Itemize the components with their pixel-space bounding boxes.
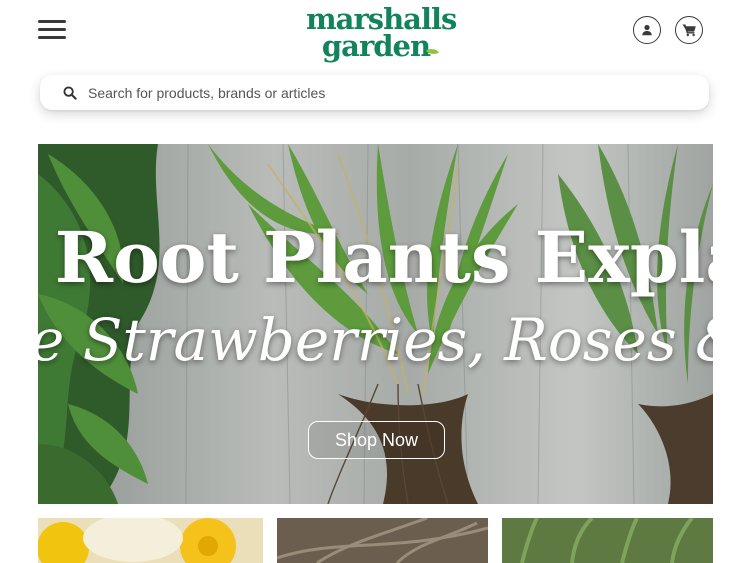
account-button[interactable] bbox=[633, 16, 661, 44]
logo-line-2-text: garden bbox=[321, 29, 431, 63]
search-bar[interactable] bbox=[40, 75, 709, 110]
hero-banner[interactable]: e Root Plants Expla e Strawberries, Rose… bbox=[38, 144, 713, 504]
account-icon bbox=[642, 24, 652, 36]
yellow-daffodil-image bbox=[38, 518, 263, 563]
site-header: marshalls garden bbox=[0, 0, 750, 70]
product-thumbnail-1[interactable] bbox=[38, 518, 263, 563]
product-thumbnail-2[interactable] bbox=[277, 518, 488, 563]
product-thumbnail-3[interactable] bbox=[502, 518, 713, 563]
brown-branches-image bbox=[277, 518, 488, 563]
search-icon bbox=[62, 85, 78, 101]
green-grass-image bbox=[502, 518, 713, 563]
hero-title: e Root Plants Expla bbox=[38, 216, 713, 299]
search-input[interactable] bbox=[88, 84, 668, 101]
cart-button[interactable] bbox=[675, 16, 703, 44]
cart-icon bbox=[682, 24, 696, 37]
logo-line-2: garden bbox=[306, 32, 446, 61]
shop-now-button[interactable]: Shop Now bbox=[308, 421, 445, 459]
site-logo[interactable]: marshalls garden bbox=[306, 5, 457, 68]
hamburger-menu-icon[interactable] bbox=[38, 20, 66, 42]
hero-subtitle: e Strawberries, Roses & Be bbox=[38, 306, 713, 374]
